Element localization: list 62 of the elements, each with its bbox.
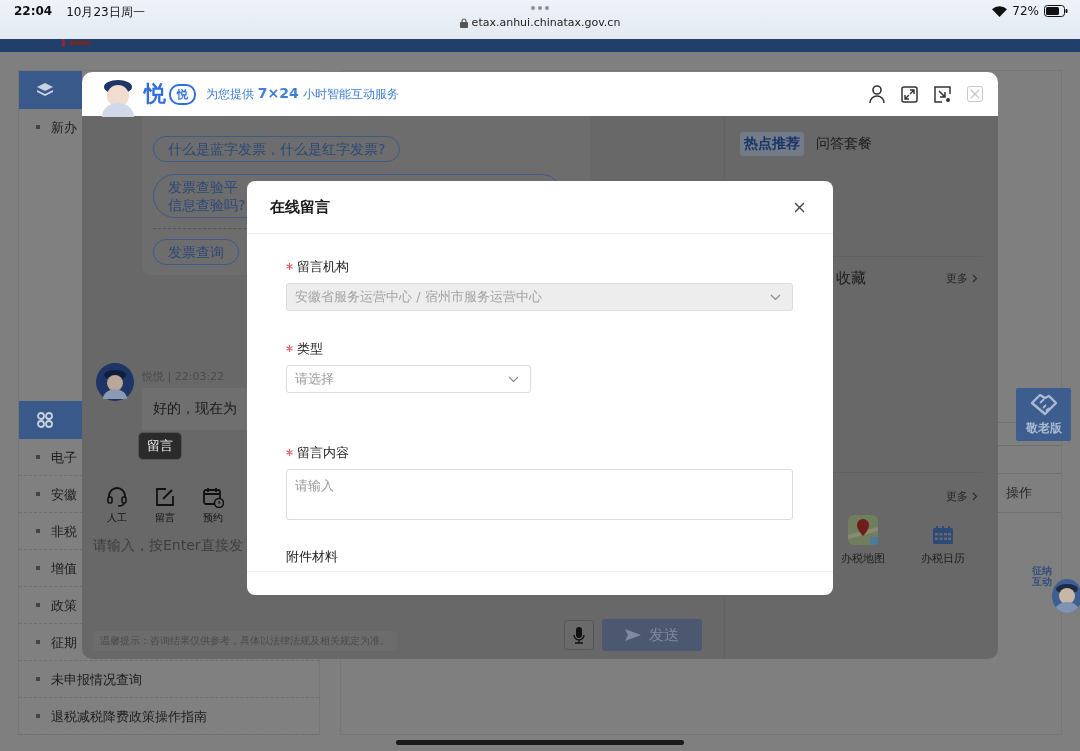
section-header[interactable]: [19, 71, 82, 109]
map-pin-icon: [848, 515, 878, 545]
url-text[interactable]: etax.anhui.chinatax.gov.cn: [471, 16, 621, 29]
expand-icon[interactable]: [901, 85, 918, 103]
avatar-icon: [96, 363, 134, 401]
tab[interactable]: 热点推荐: [740, 132, 804, 156]
tooltip: 留言: [138, 432, 182, 460]
brand-badge: 悦: [169, 83, 196, 105]
menu-item[interactable]: 电子: [51, 450, 77, 465]
layers-icon: [37, 83, 53, 97]
field-label: 留言机构: [297, 258, 349, 276]
field-label: 附件材料: [286, 548, 338, 566]
app-shortcut[interactable]: 办税地图: [835, 514, 891, 566]
calendar-icon: [932, 525, 954, 545]
menu-item[interactable]: 新办: [51, 120, 77, 135]
app-shortcut[interactable]: 办税日历: [915, 514, 971, 566]
chevron-right-icon: [972, 492, 978, 501]
edit-icon: [154, 486, 176, 508]
grid-icon: [37, 412, 53, 428]
more-link[interactable]: 更多: [946, 271, 978, 286]
menu-item[interactable]: 征期: [51, 635, 77, 650]
chevron-down-icon: [770, 293, 781, 301]
lock-icon: [459, 17, 468, 28]
menu-item[interactable]: 退税减税降费政策操作指南: [51, 709, 207, 724]
status-date: 10月23日周一: [66, 4, 145, 21]
brand-mark: 悦: [144, 80, 166, 108]
dialog-title: 在线留言: [270, 197, 330, 217]
select-field[interactable]: 请选择: [286, 365, 531, 393]
logo-icon: [62, 39, 92, 47]
battery-percent: 72%: [1012, 4, 1039, 18]
chevron-right-icon: [972, 274, 978, 283]
user-icon[interactable]: [869, 85, 885, 103]
menu-item[interactable]: 政策: [51, 598, 77, 613]
status-time: 22:04: [14, 4, 53, 18]
menu-item[interactable]: 未申报情况查询: [51, 672, 142, 687]
text-area[interactable]: 请输入: [286, 469, 793, 520]
calendar-clock-icon: [202, 486, 224, 508]
field-label: 留言内容: [297, 444, 349, 462]
headset-icon: [106, 486, 128, 508]
microphone-button[interactable]: [564, 620, 594, 650]
wifi-icon: [992, 5, 1008, 17]
handshake-icon: [1028, 392, 1059, 418]
more-link[interactable]: 更多: [946, 489, 978, 504]
section-title: 收藏: [836, 269, 866, 288]
battery-icon: [1044, 5, 1068, 17]
tool-button[interactable]: 留言: [145, 486, 185, 525]
chevron-down-icon: [508, 375, 519, 383]
close-icon[interactable]: [794, 201, 805, 213]
tab[interactable]: 问答套餐: [812, 132, 876, 156]
menu-item[interactable]: 非税: [51, 524, 77, 539]
tool-button[interactable]: 预约: [193, 486, 233, 525]
minimize-icon[interactable]: [934, 85, 951, 103]
more-icon[interactable]: [531, 6, 549, 10]
field-label: 类型: [297, 340, 323, 358]
send-icon: [625, 629, 641, 641]
menu-item[interactable]: 安徽: [51, 487, 77, 502]
section-header[interactable]: [19, 401, 82, 439]
tool-button[interactable]: 人工: [97, 486, 137, 525]
menu-item[interactable]: 增值: [51, 561, 77, 576]
tagline: 为您提供 7×24 小时智能互动服务: [206, 85, 399, 103]
elder-mode-button[interactable]: 敬老版: [1016, 388, 1071, 441]
assistant-badge[interactable]: 征纳互动: [1030, 563, 1080, 613]
